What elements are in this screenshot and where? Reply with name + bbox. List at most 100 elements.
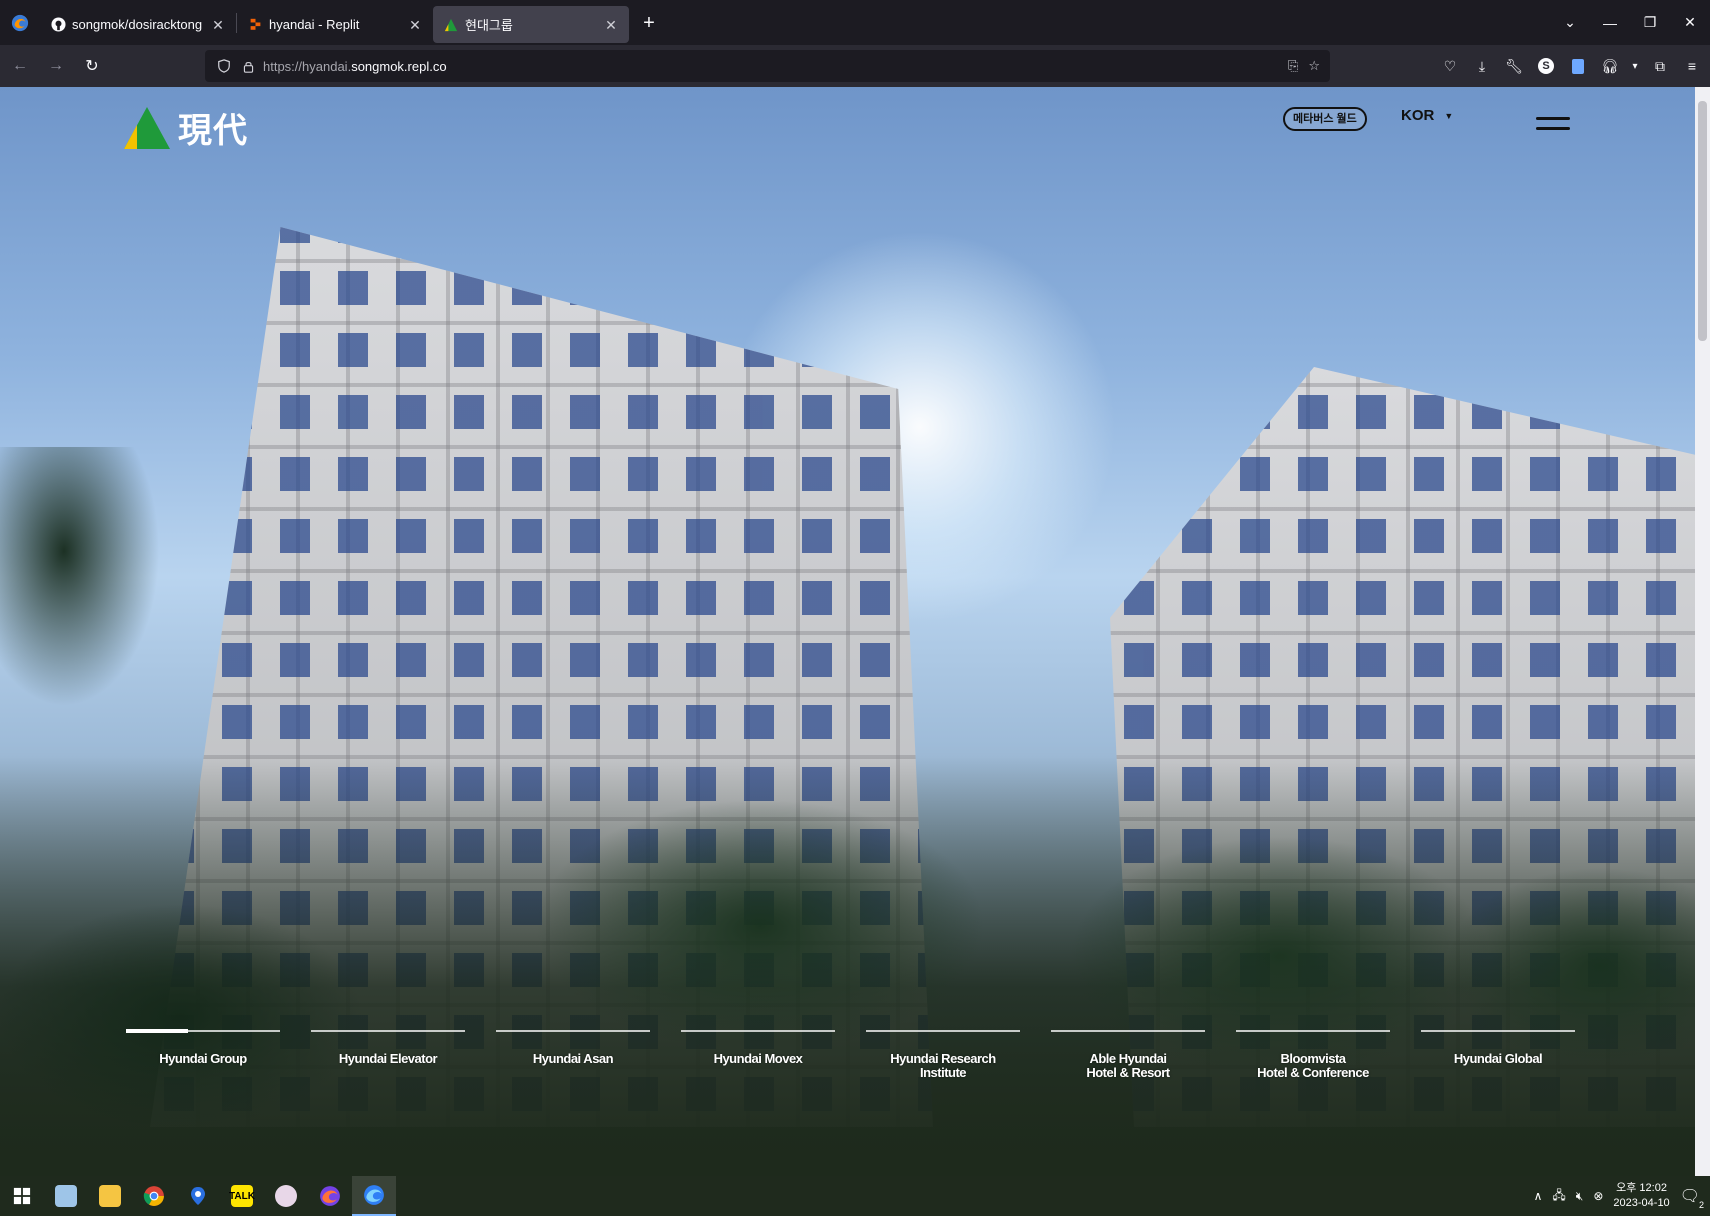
affiliate-label: Bloomvista Hotel & Conference — [1257, 1051, 1369, 1080]
clock-date: 2023-04-10 — [1613, 1197, 1670, 1209]
affiliate-tab[interactable]: Hyundai Research Institute — [866, 1030, 1020, 1080]
affiliate-label: Hyundai Asan — [532, 1051, 614, 1066]
affiliate-progress-bar — [681, 1030, 835, 1032]
download-icon[interactable]: ⤓ — [1468, 50, 1496, 82]
affiliate-progress-bar — [496, 1030, 650, 1032]
forward-arrow-icon[interactable]: → — [40, 50, 72, 82]
logo-text: 現代 — [178, 111, 248, 151]
caret-down-icon: ▼ — [1444, 110, 1454, 121]
network-icon[interactable]: 🖧︎ — [1552, 1186, 1565, 1207]
headset-icon[interactable]: 🎧︎ — [1596, 50, 1624, 82]
speaker-muted-icon[interactable]: 🔇︎ — [1576, 1189, 1584, 1204]
hamburger-menu-button[interactable] — [1536, 117, 1570, 131]
site-logo[interactable]: 現代 — [124, 103, 248, 152]
reload-icon[interactable]: ↻ — [76, 50, 108, 82]
wrench-icon[interactable]: 🔧︎ — [1500, 50, 1528, 82]
affiliate-label: Hyundai Research Institute — [890, 1051, 996, 1080]
replit-icon — [247, 17, 263, 33]
hero-background-image — [0, 87, 1695, 1176]
affiliate-progress-bar — [126, 1029, 280, 1033]
trees-foreground — [0, 756, 1695, 1176]
close-icon[interactable]: ✕ — [603, 17, 619, 33]
language-selector[interactable]: KOR ▼ — [1401, 107, 1453, 124]
pocket-icon[interactable]: ♡ — [1436, 50, 1464, 82]
affiliate-progress-bar — [1236, 1030, 1390, 1032]
hyundai-logo-icon — [443, 17, 459, 33]
browser-nav-bar: ← → ↻ https://hyandai. songmok.repl.co ⎘ … — [0, 45, 1710, 87]
affiliate-progress-bar — [1051, 1030, 1205, 1032]
extensions-puzzle-icon[interactable]: ⧉ — [1646, 50, 1674, 82]
paint-icon[interactable] — [264, 1176, 308, 1216]
hyundai-triangle-icon — [124, 106, 170, 149]
affiliate-label: Hyundai Movex — [713, 1051, 803, 1066]
hamburger-menu-icon[interactable]: ≡ — [1678, 50, 1706, 82]
url-subdomain: hyandai. — [302, 58, 352, 74]
back-arrow-icon[interactable]: ← — [4, 50, 36, 82]
start-icon[interactable] — [0, 1176, 44, 1216]
affiliate-progress-bar — [311, 1030, 465, 1032]
scrollbar-thumb[interactable] — [1698, 101, 1707, 341]
kakaotalk-icon[interactable]: TALK — [220, 1176, 264, 1216]
ime-status-icon[interactable]: ⊗ — [1593, 1189, 1603, 1203]
address-bar[interactable]: https://hyandai. songmok.repl.co ⎘ ☆ — [205, 50, 1330, 82]
affiliate-label: Hyundai Global — [1453, 1051, 1543, 1066]
firefox-icon[interactable] — [308, 1176, 352, 1216]
shield-icon[interactable] — [215, 57, 233, 75]
extension-s-icon[interactable]: S — [1532, 50, 1560, 82]
minimize-button[interactable]: — — [1590, 0, 1630, 45]
affiliate-progress-fill — [126, 1029, 188, 1033]
tab-title: songmok/dosiracktong — [72, 17, 203, 32]
chevron-down-icon[interactable]: ▾ — [1628, 50, 1642, 82]
affiliate-tab[interactable]: Hyundai Elevator — [311, 1030, 465, 1080]
translate-icon[interactable]: ⎘ — [1288, 58, 1298, 74]
firefox-menu-icon[interactable] — [0, 0, 40, 45]
affiliate-tab[interactable]: Hyundai Group — [126, 1029, 280, 1080]
affiliate-nav: Hyundai Group Hyundai Elevator Hyundai Asa… — [126, 1029, 1575, 1080]
tab-title: 현대그룹 — [465, 18, 513, 33]
affiliate-tab[interactable]: Bloomvista Hotel & Conference — [1236, 1030, 1390, 1080]
extension-blue-icon[interactable] — [1564, 50, 1592, 82]
maps-icon[interactable] — [176, 1176, 220, 1216]
affiliate-label: Hyundai Group — [159, 1051, 247, 1066]
url-protocol: https:// — [263, 58, 303, 74]
close-icon[interactable]: ✕ — [210, 17, 226, 33]
language-label: KOR — [1401, 107, 1435, 124]
metaverse-world-button[interactable]: 메타버스 월드 — [1283, 107, 1367, 131]
scrollbar[interactable] — [1695, 87, 1710, 1176]
affiliate-progress-bar — [866, 1030, 1020, 1032]
github-icon — [50, 17, 66, 33]
page-viewport: 現代 메타버스 월드 KOR ▼ Hyundai Group Hyundai El… — [0, 87, 1695, 1176]
lock-icon[interactable] — [239, 57, 257, 75]
clock-time: 오후 12:02 — [1616, 1182, 1667, 1194]
file-explorer-icon[interactable] — [88, 1176, 132, 1216]
affiliate-tab[interactable]: Hyundai Movex — [681, 1030, 835, 1080]
browser-tab[interactable]: hyandai - Replit ✕ — [237, 6, 433, 43]
firefox-dev-icon[interactable] — [352, 1176, 396, 1216]
affiliate-tab[interactable]: Able Hyundai Hotel & Resort — [1051, 1030, 1205, 1080]
list-tabs-chevron-icon[interactable]: ⌄ — [1550, 0, 1590, 45]
tree-foliage — [0, 447, 160, 707]
browser-tab-active[interactable]: 현대그룹 ✕ — [433, 6, 629, 43]
browser-tab[interactable]: songmok/dosiracktong ✕ — [40, 6, 236, 43]
affiliate-tab[interactable]: Hyundai Global — [1421, 1030, 1575, 1080]
new-tab-button[interactable]: + — [635, 9, 663, 37]
clock[interactable]: 오후 12:02 2023-04-10 — [1613, 1181, 1669, 1211]
tab-title: hyandai - Replit — [269, 17, 360, 32]
notification-center-icon[interactable]: 🗨︎ 2 — [1680, 1186, 1704, 1210]
chevron-up-icon[interactable]: ∧ — [1534, 1189, 1543, 1203]
window-close-button[interactable]: ✕ — [1670, 0, 1710, 45]
windows-taskbar: TALK ∧ 🖧︎ 🔇︎ ⊗ 오후 12:02 2023-04-10 🗨︎ 2 — [0, 1176, 1710, 1216]
affiliate-progress-bar — [1421, 1030, 1575, 1032]
system-tray: ∧ 🖧︎ 🔇︎ ⊗ 오후 12:02 2023-04-10 🗨︎ 2 — [1534, 1181, 1710, 1211]
notepad-icon[interactable] — [44, 1176, 88, 1216]
restore-button[interactable]: ❐ — [1630, 0, 1670, 45]
affiliate-label: Able Hyundai Hotel & Resort — [1086, 1051, 1170, 1080]
affiliate-label: Hyundai Elevator — [338, 1051, 438, 1066]
notification-count: 2 — [1698, 1200, 1704, 1210]
browser-tab-bar: songmok/dosiracktong ✕ hyandai - Replit … — [0, 0, 1710, 45]
chrome-icon[interactable] — [132, 1176, 176, 1216]
bookmark-star-icon[interactable]: ☆ — [1308, 58, 1320, 74]
affiliate-tab[interactable]: Hyundai Asan — [496, 1030, 650, 1080]
url-host: songmok.repl.co — [351, 58, 447, 74]
close-icon[interactable]: ✕ — [407, 17, 423, 33]
